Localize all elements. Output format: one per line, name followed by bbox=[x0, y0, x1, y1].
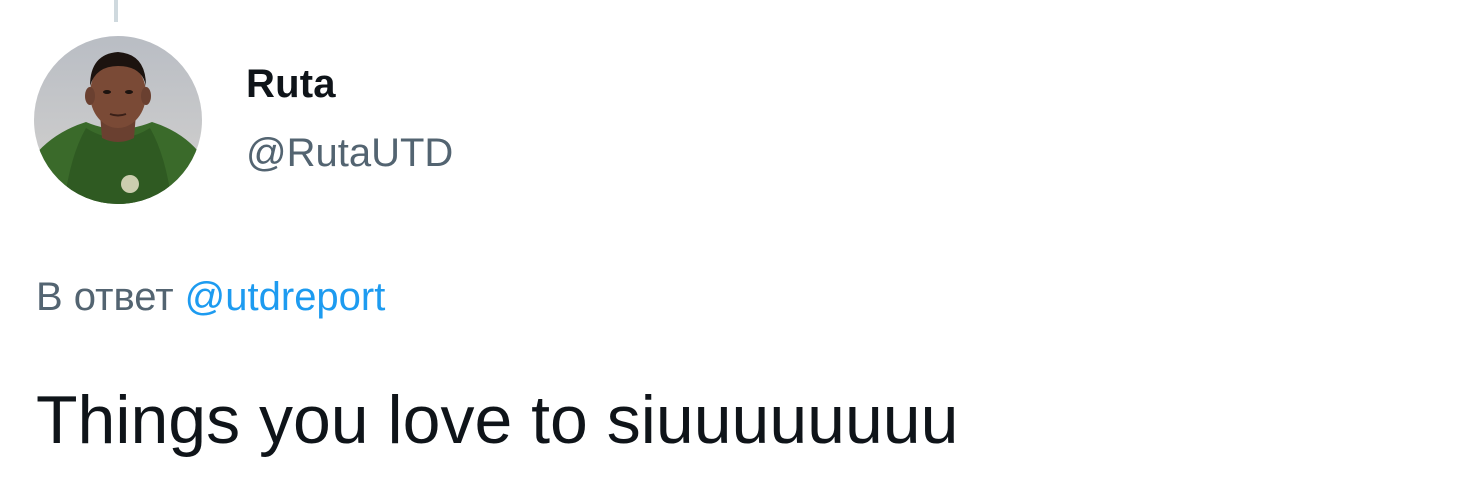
avatar-image bbox=[34, 36, 202, 204]
author-avatar[interactable] bbox=[34, 36, 202, 204]
thread-connector-line bbox=[114, 0, 118, 22]
reply-context: В ответ @utdreport bbox=[36, 271, 385, 323]
reply-prefix-label: В ответ bbox=[36, 275, 174, 319]
author-display-name[interactable]: Ruta bbox=[246, 60, 336, 108]
reply-to-handle-link[interactable]: @utdreport bbox=[185, 275, 386, 319]
author-handle[interactable]: @RutaUTD bbox=[246, 128, 453, 178]
tweet-text: Things you love to siuuuuuuuu bbox=[36, 382, 959, 458]
